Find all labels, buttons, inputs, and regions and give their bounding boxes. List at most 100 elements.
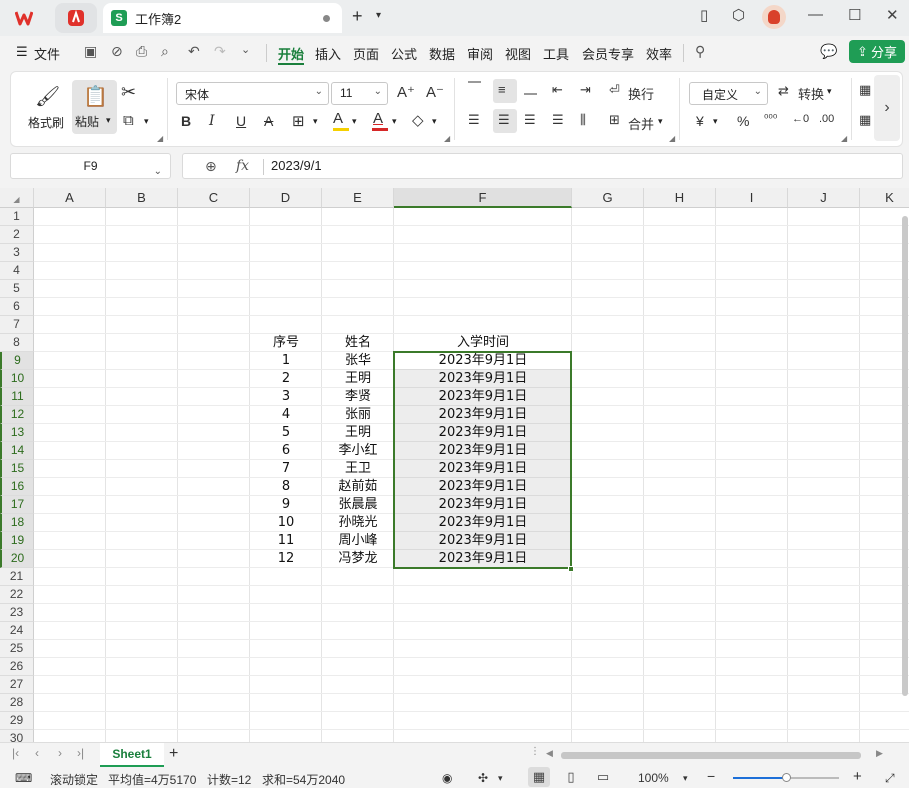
sum-status[interactable]: 求和=54万2040 <box>262 771 345 788</box>
increase-indent-icon[interactable]: ⇥ <box>580 82 591 98</box>
save-icon[interactable]: ▣ <box>84 43 97 60</box>
row-header[interactable]: 8 <box>0 334 34 352</box>
row-header[interactable]: 30 <box>0 730 34 742</box>
row-header[interactable]: 23 <box>0 604 34 622</box>
fill-color-dropdown-icon[interactable]: ▾ <box>352 116 357 127</box>
percent-icon[interactable]: % <box>737 113 749 129</box>
cell-name[interactable]: 孙晓光 <box>322 514 394 532</box>
cell-name[interactable]: 冯梦龙 <box>322 550 394 568</box>
zoom-slider-handle[interactable] <box>782 773 791 782</box>
cell-seq[interactable]: 12 <box>250 550 322 568</box>
align-right-icon[interactable]: ☰ <box>524 112 536 128</box>
search-icon[interactable]: ⚲ <box>695 43 705 60</box>
row-header[interactable]: 3 <box>0 244 34 262</box>
cell-name[interactable]: 王卫 <box>322 460 394 478</box>
macro-icon[interactable]: ⌨ <box>15 771 32 785</box>
header-cell-date[interactable]: 入学时间 <box>394 334 572 352</box>
row-header[interactable]: 6 <box>0 298 34 316</box>
last-sheet-icon[interactable]: ›| <box>77 746 84 760</box>
tab-list-dropdown-icon[interactable]: ▾ <box>376 10 381 21</box>
merge-dropdown-icon[interactable]: ▾ <box>658 116 663 127</box>
column-header-j[interactable]: J <box>788 188 860 208</box>
number-format-select[interactable]: 自定义 ⌄ <box>689 82 768 105</box>
row-header[interactable]: 7 <box>0 316 34 334</box>
cell-date[interactable]: 2023年9月1日 <box>394 370 572 388</box>
clipboard-launcher-icon[interactable]: ◢ <box>157 134 163 143</box>
tab-efficiency[interactable]: 效率 <box>646 44 672 63</box>
convert-button[interactable]: 转换 <box>798 84 824 103</box>
cell-date[interactable]: 2023年9月1日 <box>394 406 572 424</box>
zoom-dropdown-icon[interactable]: ▾ <box>683 773 688 784</box>
cube-icon[interactable]: ⬡ <box>732 6 745 24</box>
cell-name[interactable]: 李小红 <box>322 442 394 460</box>
borders-dropdown-icon[interactable]: ▾ <box>313 116 318 127</box>
row-header[interactable]: 5 <box>0 280 34 298</box>
currency-dropdown-icon[interactable]: ▾ <box>713 116 718 127</box>
row-header[interactable]: 28 <box>0 694 34 712</box>
next-sheet-icon[interactable]: › <box>58 746 62 760</box>
share-button[interactable]: ⇪ 分享 <box>849 40 905 63</box>
format-painter-icon[interactable]: 🖌 <box>35 84 60 109</box>
align-left-icon[interactable]: ☰ <box>468 112 480 128</box>
cell-date[interactable]: 2023年9月1日 <box>394 388 572 406</box>
eye-protect-icon[interactable]: ◉ <box>442 771 452 785</box>
row-header[interactable]: 16 <box>0 478 34 496</box>
avatar[interactable] <box>762 5 786 29</box>
font-size-select[interactable]: 11 ⌄ <box>331 82 388 105</box>
wps-home-tab[interactable] <box>6 3 42 33</box>
add-sheet-button[interactable]: + <box>169 745 178 763</box>
column-header-h[interactable]: H <box>644 188 716 208</box>
decrease-font-icon[interactable]: A⁻ <box>426 83 444 101</box>
unsaved-dot-icon[interactable] <box>323 15 330 22</box>
font-launcher-icon[interactable]: ◢ <box>444 134 450 143</box>
tab-member[interactable]: 会员专享 <box>582 44 634 63</box>
formula-value[interactable]: 2023/9/1 <box>271 158 322 173</box>
name-box[interactable]: F9 ⌄ <box>10 153 171 179</box>
borders-icon[interactable]: ⊞ <box>292 112 305 130</box>
maximize-button[interactable]: ☐ <box>848 6 861 24</box>
scroll-right-icon[interactable]: ▶ <box>876 748 883 759</box>
cell-date[interactable]: 2023年9月1日 <box>394 478 572 496</box>
fill-color-icon[interactable]: A <box>333 110 343 127</box>
reading-mode-dropdown-icon[interactable]: ▾ <box>498 773 503 784</box>
cell-date[interactable]: 2023年9月1日 <box>394 460 572 478</box>
worksheet-grid[interactable]: ◢ A B C D E F G H I J K 1 2 3 4 5 6 7 8 9 10 11 12 13 14 15 16 17 18… <box>0 188 909 742</box>
row-header[interactable]: 26 <box>0 658 34 676</box>
normal-view-button[interactable]: ▦ <box>528 767 550 787</box>
underline-icon[interactable]: U <box>236 113 246 129</box>
tablet-mode-icon[interactable]: ▯ <box>700 6 708 24</box>
font-color-dropdown-icon[interactable]: ▾ <box>392 116 397 127</box>
insert-function-icon[interactable]: fx <box>236 158 249 174</box>
row-header[interactable]: 19 <box>0 532 34 550</box>
thousands-separator-icon[interactable]: ⁰⁰⁰ <box>764 112 777 125</box>
font-color-icon[interactable]: A <box>373 110 383 127</box>
alignment-launcher-icon[interactable]: ◢ <box>669 134 675 143</box>
header-cell-name[interactable]: 姓名 <box>322 334 394 352</box>
zoom-formula-icon[interactable]: ⊕ <box>205 158 217 175</box>
tab-formulas[interactable]: 公式 <box>391 44 417 63</box>
increase-decimal-icon[interactable]: ←0 <box>792 113 809 125</box>
column-header-k[interactable]: K <box>860 188 909 208</box>
pdf-app-tab[interactable] <box>55 3 97 33</box>
print-preview-icon[interactable]: ⌕ <box>161 43 169 60</box>
new-tab-button[interactable]: + <box>352 6 363 27</box>
paste-button[interactable]: 📋 粘贴 ▾ <box>72 80 117 134</box>
scroll-more-icon[interactable]: ⋮ <box>530 746 540 757</box>
vertical-scrollbar[interactable] <box>902 216 908 696</box>
cell-seq[interactable]: 3 <box>250 388 322 406</box>
redo-icon[interactable]: ↷ <box>214 43 226 60</box>
decrease-decimal-icon[interactable]: .00 <box>819 113 834 125</box>
row-header[interactable]: 1 <box>0 208 34 226</box>
cell-seq[interactable]: 9 <box>250 496 322 514</box>
minimize-button[interactable]: — <box>808 6 823 23</box>
count-status[interactable]: 计数=12 <box>207 771 251 788</box>
zoom-in-button[interactable]: + <box>853 768 862 785</box>
cell-seq[interactable]: 2 <box>250 370 322 388</box>
row-header[interactable]: 22 <box>0 586 34 604</box>
cell-seq[interactable]: 5 <box>250 424 322 442</box>
cell-name[interactable]: 王明 <box>322 370 394 388</box>
first-sheet-icon[interactable]: |‹ <box>12 746 19 760</box>
table-style-icon[interactable]: ▦ <box>859 82 871 98</box>
tab-review[interactable]: 审阅 <box>467 44 493 63</box>
close-button[interactable]: ✕ <box>886 6 899 24</box>
